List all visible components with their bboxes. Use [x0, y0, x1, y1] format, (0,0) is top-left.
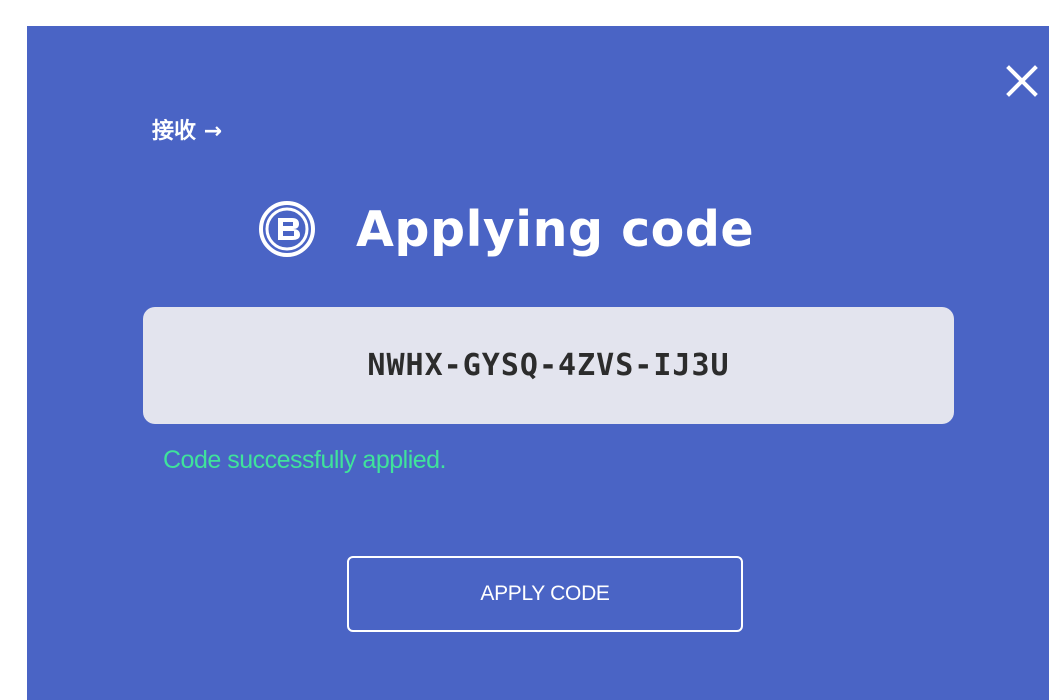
close-button[interactable] — [1005, 64, 1039, 98]
brand-logo-icon — [258, 200, 316, 258]
apply-code-button[interactable]: APPLY CODE — [347, 556, 743, 632]
receive-link[interactable]: 接收 → — [152, 116, 222, 148]
code-value: NWHX-GYSQ-4ZVS-IJ3U — [367, 348, 730, 383]
apply-code-dialog: 接收 → Applying code NWHX-GYSQ-4ZVS-IJ3U C… — [27, 26, 1049, 700]
close-icon — [1006, 65, 1038, 97]
dialog-header: Applying code — [258, 194, 754, 264]
code-field[interactable]: NWHX-GYSQ-4ZVS-IJ3U — [143, 307, 954, 424]
dialog-title: Applying code — [356, 200, 755, 258]
status-message: Code successfully applied. — [163, 446, 447, 474]
